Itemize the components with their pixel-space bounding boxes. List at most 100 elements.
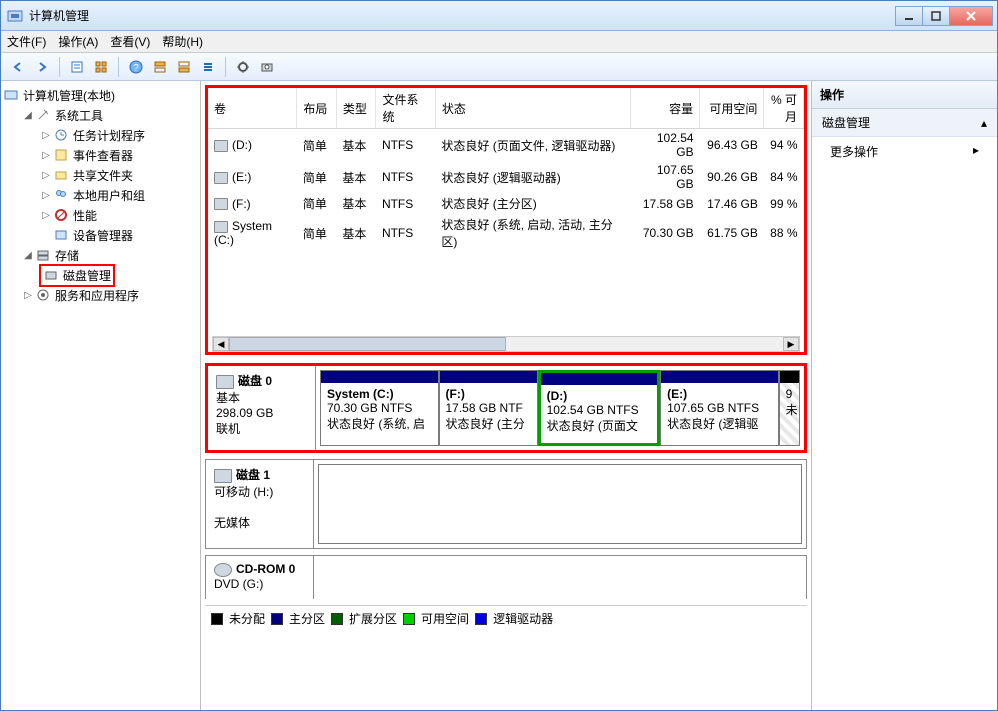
nav-tree: 计算机管理(本地) ◢ 系统工具 ▷任务计划程序 ▷事件查看器 ▷ 共享文件夹 ▷… xyxy=(1,81,201,710)
app-icon xyxy=(7,8,23,24)
menu-file[interactable]: 文件(F) xyxy=(7,33,46,50)
tb-tile-top-icon[interactable] xyxy=(149,56,171,78)
cdrom-icon xyxy=(214,563,232,577)
expand-icon[interactable]: ▷ xyxy=(39,190,53,201)
disk-1-state: 无媒体 xyxy=(214,514,305,531)
disk-icon xyxy=(214,469,232,483)
tree-system-tools[interactable]: ◢ 系统工具 xyxy=(21,105,198,125)
legend-unallocated: 未分配 xyxy=(229,610,265,627)
expand-icon[interactable]: ▷ xyxy=(39,170,53,181)
col-type[interactable]: 类型 xyxy=(336,88,376,129)
disk-0-row[interactable]: 磁盘 0 基本 298.09 GB 联机 System (C:)70.30 GB… xyxy=(205,363,807,453)
maximize-button[interactable] xyxy=(922,6,950,26)
tb-properties-icon[interactable] xyxy=(66,56,88,78)
storage-icon xyxy=(35,247,51,263)
disk-1-title: 磁盘 1 xyxy=(236,468,270,482)
disk-mgmt-icon xyxy=(43,267,59,283)
cdrom-row[interactable]: CD-ROM 0 DVD (G:) xyxy=(205,555,807,599)
legend-free: 可用空间 xyxy=(421,610,469,627)
tb-list-icon[interactable] xyxy=(197,56,219,78)
tree-shared-folders[interactable]: ▷ 共享文件夹 xyxy=(39,165,198,185)
expand-icon[interactable]: ▷ xyxy=(21,290,35,301)
tb-tile-bottom-icon[interactable] xyxy=(173,56,195,78)
volume-row[interactable]: (D:)简单基本NTFS状态良好 (页面文件, 逻辑驱动器)102.54 GB9… xyxy=(208,129,804,162)
computer-icon xyxy=(3,87,19,103)
disk-icon xyxy=(216,375,234,389)
expand-icon[interactable]: ▷ xyxy=(39,210,53,221)
scroll-thumb[interactable] xyxy=(229,337,506,351)
legend-swatch-unallocated xyxy=(211,613,223,625)
scroll-right-button[interactable]: ▶ xyxy=(783,337,799,351)
titlebar: 计算机管理 xyxy=(1,1,997,31)
collapse-icon[interactable]: ◢ xyxy=(21,250,35,261)
tree-local-users[interactable]: ▷ 本地用户和组 xyxy=(39,185,198,205)
tb-help-icon[interactable]: ? xyxy=(125,56,147,78)
menu-action[interactable]: 操作(A) xyxy=(58,33,98,50)
col-pct[interactable]: % 可月 xyxy=(764,88,804,129)
legend-swatch-free xyxy=(403,613,415,625)
tree-device-manager[interactable]: ▷设备管理器 xyxy=(39,225,198,245)
tb-disk-icon[interactable] xyxy=(256,56,278,78)
partition[interactable]: (E:)107.65 GB NTFS状态良好 (逻辑驱 xyxy=(660,370,779,446)
horizontal-scrollbar[interactable]: ◀ ▶ xyxy=(212,336,800,352)
cdrom-header: CD-ROM 0 DVD (G:) xyxy=(206,556,314,599)
tree-device-manager-label: 设备管理器 xyxy=(73,227,133,244)
volume-row[interactable]: (F:)简单基本NTFS状态良好 (主分区)17.58 GB17.46 GB99… xyxy=(208,193,804,214)
actions-panel: 操作 磁盘管理 ▴ 更多操作 ▸ xyxy=(812,81,997,710)
nav-back-button[interactable] xyxy=(7,56,29,78)
tree-disk-management[interactable]: 磁盘管理 xyxy=(39,265,198,285)
collapse-icon[interactable]: ◢ xyxy=(21,110,35,121)
folder-share-icon xyxy=(53,167,69,183)
tree-system-tools-label: 系统工具 xyxy=(55,107,103,124)
col-layout[interactable]: 布局 xyxy=(297,88,337,129)
partition[interactable]: System (C:)70.30 GB NTFS状态良好 (系统, 启 xyxy=(320,370,439,446)
col-fs[interactable]: 文件系统 xyxy=(376,88,435,129)
tree-services-apps[interactable]: ▷ 服务和应用程序 xyxy=(21,285,198,305)
clock-icon xyxy=(53,127,69,143)
tree-task-scheduler[interactable]: ▷任务计划程序 xyxy=(39,125,198,145)
tree-local-users-label: 本地用户和组 xyxy=(73,187,145,204)
actions-section-disk-mgmt[interactable]: 磁盘管理 ▴ xyxy=(812,109,997,137)
tree-storage[interactable]: ◢ 存储 xyxy=(21,245,198,265)
chevron-right-icon: ▸ xyxy=(973,143,979,160)
expand-icon[interactable]: ▷ xyxy=(39,150,53,161)
disk-1-row[interactable]: 磁盘 1 可移动 (H:) 无媒体 xyxy=(205,459,807,549)
menu-help[interactable]: 帮助(H) xyxy=(162,33,203,50)
tree-disk-management-label: 磁盘管理 xyxy=(63,267,111,284)
close-button[interactable] xyxy=(949,6,993,26)
menubar: 文件(F) 操作(A) 查看(V) 帮助(H) xyxy=(1,31,997,53)
services-icon xyxy=(35,287,51,303)
tree-shared-folders-label: 共享文件夹 xyxy=(73,167,133,184)
action-more-actions[interactable]: 更多操作 ▸ xyxy=(812,137,997,166)
disk-1-empty[interactable] xyxy=(318,464,802,544)
tree-event-viewer[interactable]: ▷事件查看器 xyxy=(39,145,198,165)
scroll-left-button[interactable]: ◀ xyxy=(213,337,229,351)
col-volume[interactable]: 卷 xyxy=(208,88,297,129)
partition-unallocated[interactable]: 9未 xyxy=(779,370,800,446)
volume-icon xyxy=(214,172,228,184)
expand-icon[interactable]: ▷ xyxy=(39,130,53,141)
volume-row[interactable]: (E:)简单基本NTFS状态良好 (逻辑驱动器)107.65 GB90.26 G… xyxy=(208,161,804,193)
partition[interactable]: (D:)102.54 GB NTFS状态良好 (页面文 xyxy=(538,370,661,446)
tree-root[interactable]: 计算机管理(本地) xyxy=(3,85,198,105)
performance-icon xyxy=(53,207,69,223)
col-free[interactable]: 可用空间 xyxy=(700,88,764,129)
col-capacity[interactable]: 容量 xyxy=(630,88,699,129)
cdrom-title: CD-ROM 0 xyxy=(236,562,295,576)
volume-list: 卷 布局 类型 文件系统 状态 容量 可用空间 % 可月 (D:)简单基本NTF… xyxy=(205,85,807,355)
tb-grid-icon[interactable] xyxy=(90,56,112,78)
disk-0-title: 磁盘 0 xyxy=(238,374,272,388)
collapse-icon[interactable]: ▴ xyxy=(981,116,987,130)
tree-performance[interactable]: ▷性能 xyxy=(39,205,198,225)
minimize-button[interactable] xyxy=(895,6,923,26)
nav-forward-button[interactable] xyxy=(31,56,53,78)
partition[interactable]: (F:)17.58 GB NTF状态良好 (主分 xyxy=(439,370,538,446)
tb-settings-icon[interactable] xyxy=(232,56,254,78)
volume-row[interactable]: System (C:)简单基本NTFS状态良好 (系统, 启动, 活动, 主分区… xyxy=(208,214,804,252)
col-status[interactable]: 状态 xyxy=(435,88,630,129)
tree-storage-label: 存储 xyxy=(55,247,79,264)
menu-view[interactable]: 查看(V) xyxy=(110,33,150,50)
volume-icon xyxy=(214,140,228,152)
legend-logical: 逻辑驱动器 xyxy=(493,610,553,627)
legend-extended: 扩展分区 xyxy=(349,610,397,627)
